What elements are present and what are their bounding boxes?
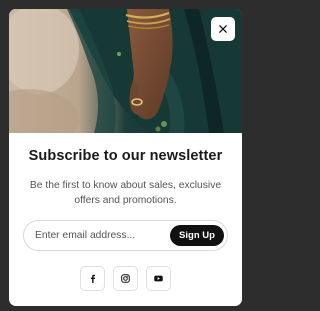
newsletter-subtitle: Be the first to know about sales, exclus… [29, 180, 222, 206]
instagram-button[interactable] [113, 266, 138, 291]
youtube-icon [154, 275, 163, 282]
facebook-icon [90, 274, 96, 283]
email-input[interactable] [35, 221, 170, 250]
sign-up-button[interactable]: Sign Up [170, 225, 224, 246]
hero-image [9, 9, 242, 133]
newsletter-title: Subscribe to our newsletter [28, 148, 223, 164]
close-button[interactable] [211, 17, 235, 41]
subscribe-form: Sign Up [23, 220, 228, 251]
youtube-button[interactable] [146, 266, 171, 291]
instagram-icon [121, 274, 130, 283]
close-icon [219, 25, 227, 33]
newsletter-modal: Subscribe to our newsletter Be the first… [9, 9, 242, 306]
social-links [80, 266, 171, 291]
facebook-button[interactable] [80, 266, 105, 291]
